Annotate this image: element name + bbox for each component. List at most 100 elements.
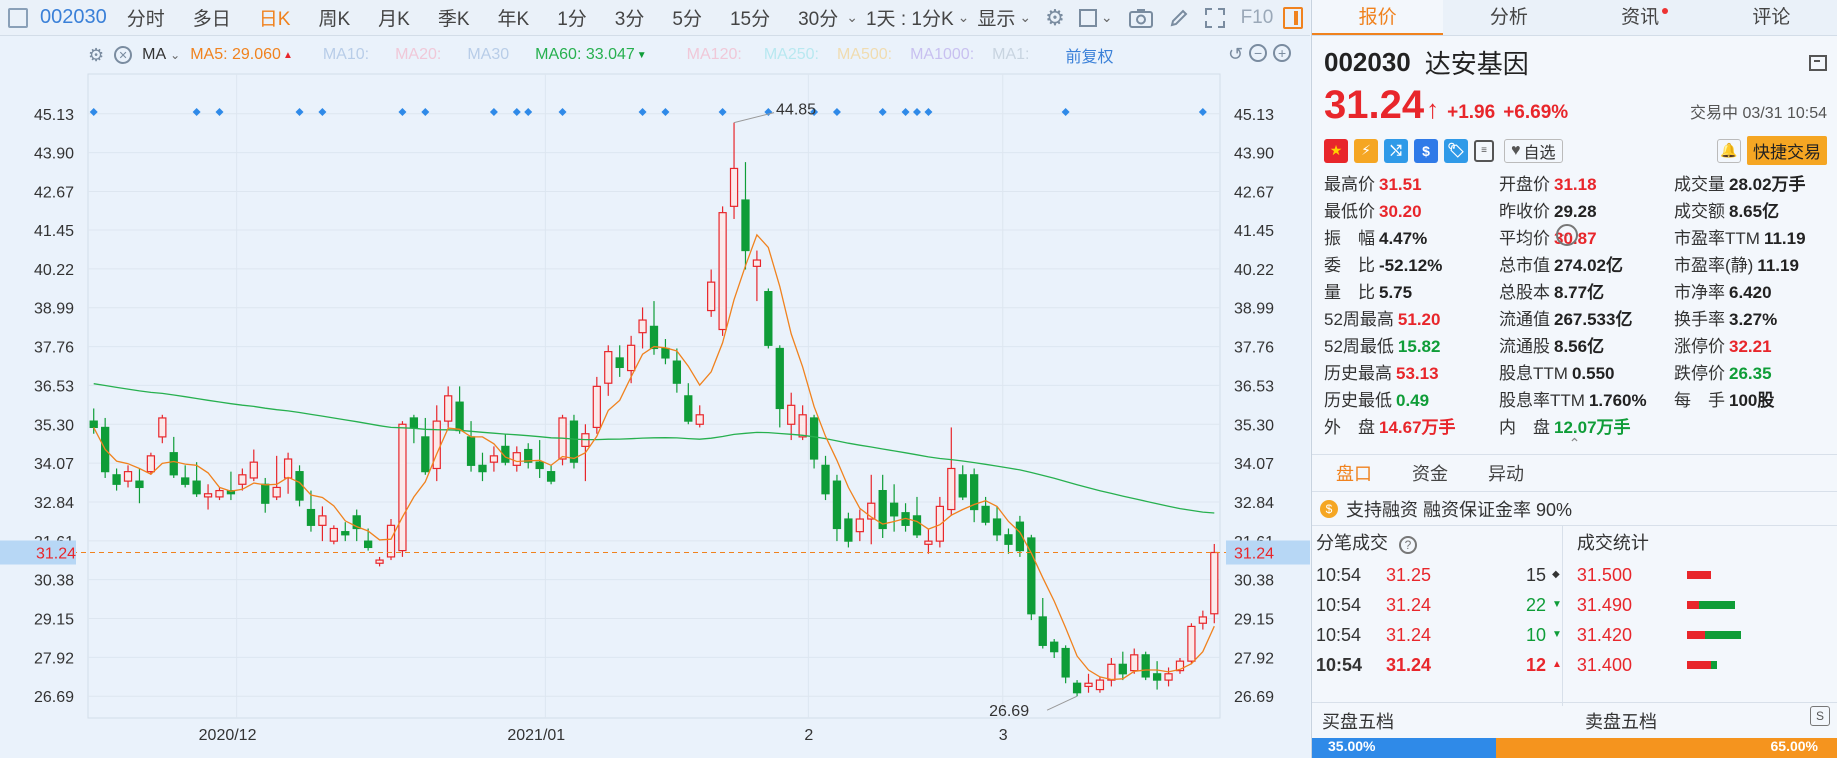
- y-tick-label: 45.13: [34, 107, 74, 124]
- display-menu[interactable]: 显示: [977, 4, 1015, 31]
- sync-period-select[interactable]: 1天 : 1分K: [866, 4, 954, 31]
- period-tab[interactable]: 3分: [615, 4, 645, 31]
- period-tab[interactable]: 周K: [318, 4, 350, 31]
- event-marker: [558, 108, 567, 116]
- lightning-icon[interactable]: ⚡: [1354, 138, 1378, 163]
- ma30-label: MA30: [467, 46, 510, 63]
- y-tick-label: 42.67: [1234, 184, 1274, 201]
- period-tab[interactable]: 分时: [127, 4, 165, 31]
- watchlist-button[interactable]: ♥ 自选: [1504, 138, 1563, 163]
- zoom-in-icon[interactable]: +: [1273, 44, 1292, 62]
- kline-chart[interactable]: 45.13 45.13 43.90 43.90 42.67 42.67 41.45 41.45…: [0, 36, 1310, 758]
- chevron-down-icon[interactable]: ⌄: [1101, 9, 1113, 26]
- candle-body: [444, 395, 453, 422]
- stock-header: 002030 达安基因 31.24 ↑ +1.96 +6.69% 交易中 03/…: [1312, 36, 1837, 165]
- candle-body: [958, 474, 967, 498]
- candle-body: [489, 455, 499, 463]
- candle-body: [798, 414, 807, 438]
- candle-body: [707, 281, 716, 312]
- period-tab[interactable]: 年K: [498, 4, 530, 31]
- candle-body: [821, 464, 830, 495]
- quote-stat: 换手率 3.27%: [1674, 310, 1778, 329]
- candle-body: [1072, 682, 1082, 694]
- china-flag-icon: ★: [1324, 138, 1348, 163]
- y-tick-label: 37.76: [34, 340, 74, 357]
- candle-body: [718, 212, 727, 331]
- ma-type[interactable]: MA: [142, 46, 166, 64]
- candle-body: [992, 518, 1002, 536]
- f10-button[interactable]: F10: [1241, 7, 1274, 29]
- fast-trade-button[interactable]: 快捷交易: [1747, 136, 1827, 165]
- y-tick-label: 30.38: [1234, 573, 1274, 590]
- chevron-down-icon[interactable]: ⌄: [170, 48, 180, 62]
- quote-tab[interactable]: 资讯: [1575, 0, 1706, 35]
- period-tab[interactable]: 季K: [438, 4, 470, 31]
- help-icon[interactable]: ?: [1399, 536, 1418, 554]
- chevron-down-icon[interactable]: ⌄: [846, 9, 858, 26]
- dollar-coin-icon: $: [1320, 499, 1338, 518]
- x-tick-label: 2020/12: [199, 727, 257, 744]
- quote-tab[interactable]: 评论: [1706, 0, 1837, 35]
- close-circle-icon[interactable]: ✕: [114, 46, 133, 64]
- y-tick-label: 34.07: [34, 456, 74, 473]
- quote-tab[interactable]: 报价: [1312, 0, 1444, 35]
- tick-row: 10:54 31.24 10 ▼: [1316, 620, 1562, 650]
- candle-body: [249, 461, 258, 479]
- chevron-down-icon[interactable]: ⌄: [958, 9, 970, 26]
- tick-list[interactable]: 分笔成交 ? 10:54 31.25 15 ◆ 10:54 31.24 22 ▼ 10:54 31…: [1312, 526, 1563, 706]
- collapse-icon[interactable]: ⌃: [1312, 436, 1837, 450]
- gear-icon[interactable]: ⚙: [1045, 5, 1065, 31]
- period-tab[interactable]: 月K: [378, 4, 410, 31]
- order-book-tab[interactable]: 异动: [1488, 460, 1524, 486]
- deal-stats[interactable]: 成交统计⋯⤢ 31.5000.87%31.4901.12%31.4201.39%…: [1563, 526, 1837, 706]
- stock-code: 002030: [1324, 47, 1411, 77]
- quote-tab[interactable]: 分析: [1443, 0, 1574, 35]
- arrow-up-icon: ↑: [1426, 94, 1440, 124]
- period-tab[interactable]: 5分: [672, 4, 702, 31]
- bell-icon[interactable]: 🔔: [1717, 138, 1741, 163]
- event-marker: [89, 108, 98, 116]
- period-tab[interactable]: 多日: [193, 4, 231, 31]
- period-tab[interactable]: 30分: [798, 4, 838, 31]
- order-book-tab[interactable]: 盘口: [1336, 460, 1372, 486]
- quote-stat: 涨停价 32.21: [1674, 337, 1772, 356]
- camera-icon[interactable]: [1128, 8, 1153, 28]
- candle-body: [398, 423, 407, 552]
- pencil-icon[interactable]: [1169, 8, 1189, 28]
- tag-icon[interactable]: 🏷: [1444, 138, 1468, 163]
- candle-body: [146, 455, 156, 473]
- period-tab[interactable]: 日K: [259, 4, 291, 31]
- sidebar-toggle-icon[interactable]: [8, 7, 28, 28]
- event-marker: [421, 108, 430, 116]
- quote-stat: 成交额 8.65亿: [1674, 202, 1780, 221]
- zoom-out-icon[interactable]: −: [1249, 44, 1268, 62]
- book-scroll-icon[interactable]: S: [1810, 706, 1830, 726]
- candle-body: [912, 515, 922, 536]
- fullscreen-icon[interactable]: [1204, 7, 1225, 28]
- order-book: 买盘五档 卖盘五档 35.00% 65.00% S: [1312, 702, 1837, 758]
- shuffle-icon[interactable]: ⤭: [1384, 138, 1408, 163]
- event-marker: [524, 108, 533, 116]
- adjust-toggle[interactable]: 前复权: [1065, 43, 1113, 67]
- tick-row: 10:54 31.25 15 ◆: [1316, 560, 1562, 590]
- deal-stat-row: 31.4000.92%: [1577, 650, 1837, 680]
- quote-stat: 股息TTM 0.550: [1499, 364, 1615, 383]
- candle-body: [638, 319, 647, 334]
- deal-stat-row: 31.4901.12%: [1577, 590, 1837, 620]
- order-book-tab[interactable]: 资金: [1412, 460, 1448, 486]
- ma10-label: MA10:: [322, 46, 370, 63]
- kline-chart-area[interactable]: 45.13 45.13 43.90 43.90 42.67 42.67 41.45 41.45…: [0, 36, 1310, 758]
- gear-icon[interactable]: ⚙: [88, 45, 104, 66]
- period-tab[interactable]: 15分: [730, 4, 770, 31]
- more-icon[interactable]: ⋯: [1556, 224, 1578, 246]
- undo-icon[interactable]: ↺: [1228, 44, 1243, 65]
- period-tab[interactable]: 1分: [557, 4, 587, 31]
- max-annotation: 44.85: [776, 102, 816, 119]
- chevron-down-icon[interactable]: ⌄: [1019, 9, 1031, 26]
- square-icon[interactable]: [1078, 8, 1097, 27]
- deal-bar: [1686, 631, 1807, 639]
- document-icon[interactable]: ≡: [1474, 139, 1494, 162]
- dollar-icon[interactable]: $: [1414, 138, 1438, 163]
- panel-layout-icon[interactable]: [1809, 54, 1827, 71]
- panel-toggle-icon[interactable]: [1283, 6, 1304, 29]
